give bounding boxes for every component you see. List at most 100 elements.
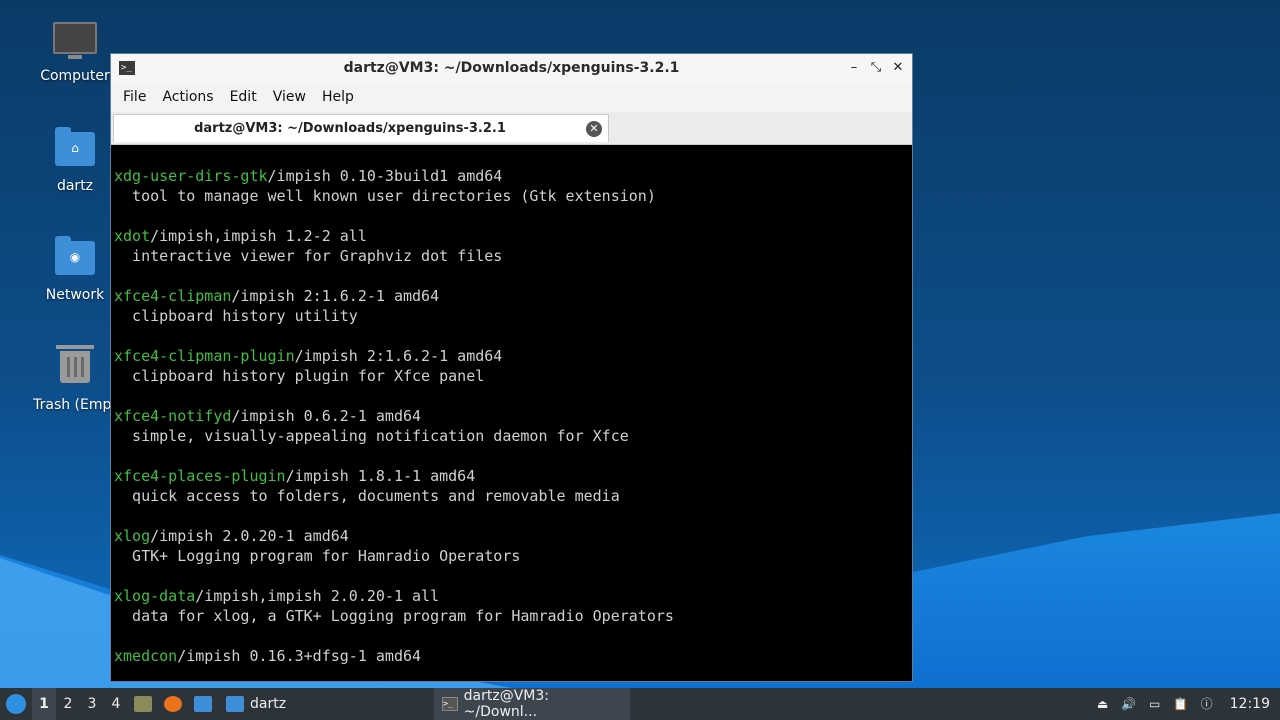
package-name: xdot <box>114 227 151 245</box>
terminal-line: xfce4-notifyd/impish 0.6.2-1 amd64 <box>114 406 910 426</box>
line-text: /impish 2:1.6.2-1 amd64 <box>231 287 440 305</box>
workspace-3[interactable]: 3 <box>80 688 104 720</box>
workspace-2[interactable]: 2 <box>56 688 80 720</box>
line-text: GTK+ Logging program for Hamradio Operat… <box>114 547 521 565</box>
menu-help[interactable]: Help <box>314 89 362 105</box>
menubar: File Actions Edit View Help <box>111 82 912 112</box>
desktop-icon-label: Computer <box>40 68 110 84</box>
line-text: /impish 2:1.6.2-1 amd64 <box>294 347 503 365</box>
clipboard-icon[interactable]: 📋 <box>1172 696 1190 712</box>
trash-icon <box>53 345 97 391</box>
maximize-button[interactable]: ⤡ <box>868 60 884 76</box>
terminal-line: xfce4-places-plugin/impish 1.8.1-1 amd64 <box>114 466 910 486</box>
system-tray: ⏏ 🔊 ▭ 📋 ⓘ 12:19 <box>1094 696 1280 712</box>
volume-icon[interactable]: 🔊 <box>1120 696 1138 712</box>
line-text: quick access to folders, documents and r… <box>114 487 620 505</box>
terminal-line: clipboard history utility <box>114 306 910 326</box>
terminal-line: tool to manage well known user directori… <box>114 186 910 206</box>
task-terminal[interactable]: >_ dartz@VM3: ~/Downl... <box>434 688 631 720</box>
menu-edit[interactable]: Edit <box>222 89 265 105</box>
line-text: simple, visually-appealing notification … <box>114 427 629 445</box>
desktop-icon-home[interactable]: ⌂ dartz <box>30 127 120 194</box>
desktop-icon-computer[interactable]: Computer <box>30 20 120 84</box>
line-text: /impish 0.6.2-1 amd64 <box>231 407 422 425</box>
computer-icon <box>53 22 97 62</box>
terminal-line: xfce4-clipman/impish 2:1.6.2-1 amd64 <box>114 286 910 306</box>
terminal-line: data for xlog, a GTK+ Logging program fo… <box>114 606 910 626</box>
terminal-window[interactable]: >_ dartz@VM3: ~/Downloads/xpenguins-3.2.… <box>110 53 913 682</box>
tab-title: dartz@VM3: ~/Downloads/xpenguins-3.2.1 <box>194 121 506 136</box>
app-menu-button[interactable] <box>0 688 32 720</box>
desktop-icon-label: Network <box>45 287 105 303</box>
minimize-button[interactable]: – <box>846 60 862 76</box>
task-home-folder[interactable]: dartz <box>218 688 294 720</box>
menu-file[interactable]: File <box>115 89 154 105</box>
terminal-icon: >_ <box>442 697 458 711</box>
package-name: xfce4-clipman-plugin <box>114 347 295 365</box>
firefox-icon[interactable] <box>164 696 182 712</box>
terminal-line: simple, visually-appealing notification … <box>114 426 910 446</box>
terminal-line: xmedcon/impish 0.16.3+dfsg-1 amd64 <box>114 646 910 666</box>
menu-view[interactable]: View <box>265 89 314 105</box>
task-label: dartz@VM3: ~/Downl... <box>463 688 549 720</box>
line-text: clipboard history utility <box>114 307 358 325</box>
show-desktop-icon[interactable] <box>134 696 152 712</box>
line-text: /impish,impish 1.2-2 all <box>150 227 367 245</box>
terminal-line: xlog-data/impish,impish 2.0.20-1 all <box>114 586 910 606</box>
eject-icon[interactable]: ⏏ <box>1094 696 1112 712</box>
menu-actions[interactable]: Actions <box>154 89 221 105</box>
network-folder-icon: ◉ <box>53 236 97 281</box>
workspace-4[interactable]: 4 <box>104 688 128 720</box>
terminal-output[interactable]: xdg-user-dirs-gtk/impish 0.10-3build1 am… <box>114 156 910 679</box>
task-label: dartz <box>250 696 287 712</box>
tab-close-icon[interactable]: ✕ <box>586 120 602 137</box>
package-name: xmedcon <box>114 647 178 665</box>
network-indicator-icon[interactable]: ▭ <box>1146 696 1164 712</box>
terminal-line: quick access to folders, documents and r… <box>114 486 910 506</box>
lubuntu-logo-icon <box>6 694 26 714</box>
line-text: /impish 0.10-3build1 amd64 <box>267 167 503 185</box>
close-button[interactable]: ✕ <box>890 60 906 76</box>
line-text: data for xlog, a GTK+ Logging program fo… <box>114 607 674 625</box>
line-text: /impish 0.16.3+dfsg-1 amd64 <box>177 647 422 665</box>
terminal-line: clipboard history plugin for Xfce panel <box>114 366 910 386</box>
home-folder-icon: ⌂ <box>53 127 97 172</box>
file-manager-icon[interactable] <box>194 696 212 712</box>
package-name: xlog <box>114 527 151 545</box>
terminal-line: xdot/impish,impish 1.2-2 all <box>114 226 910 246</box>
window-titlebar[interactable]: >_ dartz@VM3: ~/Downloads/xpenguins-3.2.… <box>111 54 912 82</box>
line-text: interactive viewer for Graphviz dot file… <box>114 247 503 265</box>
folder-icon <box>226 696 244 712</box>
window-title: dartz@VM3: ~/Downloads/xpenguins-3.2.1 <box>343 60 680 76</box>
terminal-tab[interactable]: dartz@VM3: ~/Downloads/xpenguins-3.2.1 ✕ <box>113 114 609 142</box>
desktop-icon-label: Trash (Empt <box>33 397 117 413</box>
desktop-icon-label: dartz <box>56 178 94 194</box>
update-notifier-icon[interactable]: ⓘ <box>1198 696 1216 712</box>
terminal-line: interactive viewer for Graphviz dot file… <box>114 246 910 266</box>
line-text: /impish 1.8.1-1 amd64 <box>285 467 476 485</box>
terminal-line: GTK+ Logging program for Hamradio Operat… <box>114 546 910 566</box>
package-name: xfce4-places-plugin <box>114 467 286 485</box>
package-name: xdg-user-dirs-gtk <box>114 167 268 185</box>
package-name: xfce4-notifyd <box>114 407 232 425</box>
clock[interactable]: 12:19 <box>1230 696 1270 712</box>
tab-bar: dartz@VM3: ~/Downloads/xpenguins-3.2.1 ✕ <box>111 112 912 145</box>
workspace-1[interactable]: 1 <box>32 688 56 720</box>
line-text: /impish 2.0.20-1 amd64 <box>150 527 349 545</box>
taskbar: 1 2 3 4 dartz >_ dartz@VM3: ~/Downl... ⏏… <box>0 688 1280 720</box>
line-text: /impish,impish 2.0.20-1 all <box>195 587 440 605</box>
package-name: xlog-data <box>114 587 196 605</box>
terminal-app-icon[interactable]: >_ <box>119 61 135 75</box>
terminal-line: xfce4-clipman-plugin/impish 2:1.6.2-1 am… <box>114 346 910 366</box>
desktop-icon-trash[interactable]: Trash (Empt <box>30 345 120 413</box>
desktop-icon-network[interactable]: ◉ Network <box>30 236 120 303</box>
line-text: tool to manage well known user directori… <box>114 187 656 205</box>
